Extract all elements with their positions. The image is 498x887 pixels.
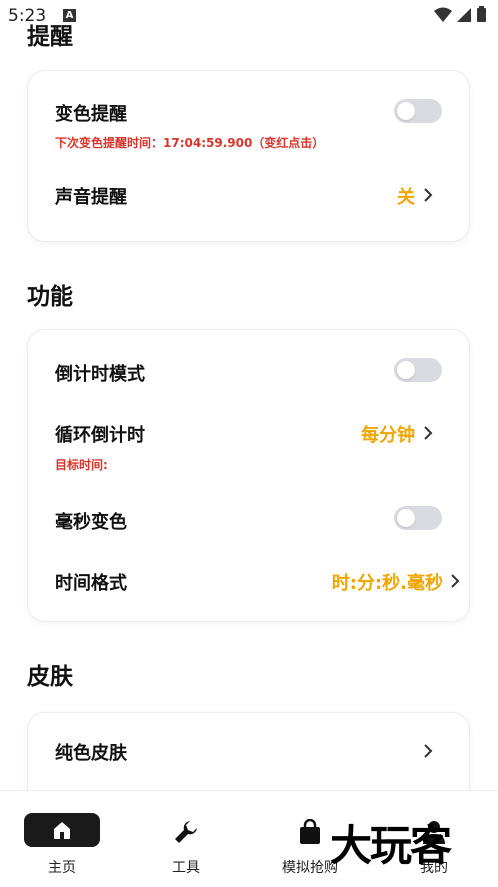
ms-color-label: 毫秒变色 — [55, 512, 127, 533]
home-pill — [24, 813, 100, 847]
wrench-icon — [175, 821, 197, 843]
status-icons — [432, 6, 490, 28]
color-reminder-label: 变色提醒 — [55, 104, 127, 125]
shopping-bag-icon — [300, 818, 320, 844]
section-title-features: 功能 — [27, 284, 73, 310]
wifi-signal-battery-icon — [434, 6, 486, 22]
time-format-value[interactable]: 时:分:秒.毫秒 — [332, 569, 443, 595]
loop-countdown-subtext: 目标时间: — [55, 458, 108, 472]
sound-reminder-value[interactable]: 关 — [397, 183, 415, 209]
nav-tools-label: 工具 — [172, 860, 200, 876]
nav-home[interactable]: 主页 — [0, 791, 124, 887]
time-format-label[interactable]: 时间格式 — [55, 569, 127, 595]
countdown-mode-toggle[interactable] — [394, 358, 442, 382]
chevron-right-icon[interactable] — [447, 573, 463, 589]
loop-countdown-value[interactable]: 每分钟 — [361, 421, 415, 447]
home-icon — [54, 822, 70, 839]
color-reminder-subtext: 下次变色提醒时间：17:04:59.900（变红点击） — [55, 136, 325, 150]
chevron-right-icon[interactable] — [420, 743, 436, 759]
ms-color-toggle[interactable] — [394, 506, 442, 530]
section-title-reminder: 提醒 — [27, 24, 73, 50]
chevron-right-icon[interactable] — [420, 187, 436, 203]
features-card: 倒计时模式 循环倒计时 每分钟 目标时间: 毫秒变色 时间格式 时:分:秒.毫秒 — [27, 329, 470, 622]
nav-tools[interactable]: 工具 — [124, 791, 248, 887]
solid-skin-label[interactable]: 纯色皮肤 — [55, 739, 127, 765]
toggle-knob — [397, 361, 415, 379]
reminder-card: 变色提醒 下次变色提醒时间：17:04:59.900（变红点击） 声音提醒 关 — [27, 70, 470, 242]
section-title-skin: 皮肤 — [27, 664, 73, 690]
toggle-knob — [397, 102, 415, 120]
chevron-right-icon[interactable] — [420, 425, 436, 441]
nav-home-label: 主页 — [48, 860, 76, 876]
sound-reminder-label[interactable]: 声音提醒 — [55, 183, 127, 209]
status-bar: 5:23 A — [0, 0, 498, 30]
watermark-logo: 大玩客 — [330, 821, 452, 870]
countdown-mode-label: 倒计时模式 — [55, 364, 145, 385]
color-reminder-toggle[interactable] — [394, 99, 442, 123]
loop-countdown-label[interactable]: 循环倒计时 — [55, 421, 145, 447]
toggle-knob — [397, 509, 415, 527]
